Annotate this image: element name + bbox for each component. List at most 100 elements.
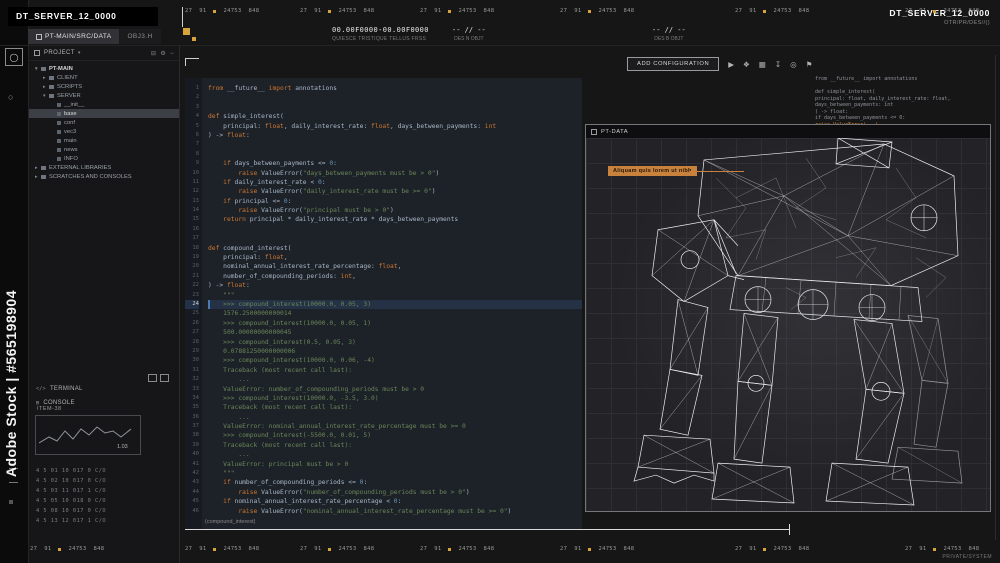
code-line[interactable]: ValueError: number_of_compounding_period… [208, 385, 582, 394]
tree-item-info[interactable]: INFO [29, 154, 179, 163]
viewer-viewport[interactable]: Aliquam quis lorem ut nibh [586, 138, 990, 511]
line-number[interactable]: 42 [185, 469, 199, 478]
line-number[interactable]: 34 [185, 394, 199, 403]
code-line[interactable]: principal: float, daily_interest_rate: f… [208, 122, 582, 131]
tree-item-scratches-and-consoles[interactable]: ▸ SCRATCHES AND CONSOLES [29, 172, 179, 181]
line-number[interactable]: 38 [185, 431, 199, 440]
viewer-titlebar[interactable]: PT-DATA [586, 125, 990, 139]
line-number[interactable]: 9 [185, 159, 199, 168]
grid-icon[interactable]: ▦ [759, 60, 766, 69]
code-line[interactable]: """ [208, 291, 582, 300]
line-number[interactable]: 27 [185, 328, 199, 337]
code-line[interactable]: ) -> float: [208, 131, 582, 140]
code-area[interactable]: from __future__ import annotations def s… [202, 78, 582, 529]
search-icon[interactable]: ◎ [790, 60, 797, 69]
code-line[interactable]: if number_of_compounding_periods <= 0: [208, 478, 582, 487]
code-line[interactable]: principal: float, [208, 253, 582, 262]
line-number[interactable]: 24 [185, 299, 199, 310]
code-line[interactable] [208, 225, 582, 234]
record-icon[interactable]: ○ [8, 92, 13, 102]
code-line[interactable]: 0.07881250000000006 [208, 347, 582, 356]
tree-item-client[interactable]: ▸ CLIENT [29, 73, 179, 82]
tree-item-scripts[interactable]: ▸ SCRIPTS [29, 82, 179, 91]
line-number[interactable]: 30 [185, 356, 199, 365]
split-panel-icon[interactable] [160, 374, 169, 382]
project-header[interactable]: PROJECT ▾ ⊟ ⚙ − [29, 46, 179, 61]
line-number[interactable]: 22 [185, 281, 199, 290]
collapse-all-icon[interactable]: ⊟ [151, 51, 156, 57]
code-line[interactable] [208, 140, 582, 149]
code-line[interactable]: >>> compound_interest(0.5, 0.05, 3) [208, 338, 582, 347]
tab-pt-main-src-data[interactable]: PT-MAIN/SRC/DATA [28, 29, 120, 44]
line-number[interactable]: 35 [185, 403, 199, 412]
code-line[interactable]: ValueError: principal must be > 0 [208, 460, 582, 469]
add-configuration-button[interactable]: ADD CONFIGURATION [627, 57, 720, 71]
play-icon[interactable]: ▶ [728, 60, 734, 69]
code-editor[interactable]: 1 2 3 4 5 6 7 8 9 10 11 12 13 14 15 16 17 18 19 20 21 22 23 24 2… [185, 78, 582, 529]
line-number[interactable]: 10 [185, 169, 199, 178]
code-line[interactable]: 1576.2500000000014 [208, 309, 582, 318]
line-number[interactable]: 41 [185, 460, 199, 469]
code-line[interactable]: Traceback (most recent call last): [208, 441, 582, 450]
line-number[interactable]: 25 [185, 309, 199, 318]
breadcrumb[interactable]: (compound_interest) [205, 519, 255, 525]
line-number[interactable]: 2 [185, 93, 199, 102]
code-line[interactable]: raise ValueError("number_of_compounding_… [208, 488, 582, 497]
line-number[interactable]: 15 [185, 215, 199, 224]
line-number[interactable]: 26 [185, 319, 199, 328]
code-line[interactable] [208, 103, 582, 112]
tree-item--init-[interactable]: __init__ [29, 100, 179, 109]
line-number[interactable]: 44 [185, 488, 199, 497]
code-line[interactable]: nominal_annual_interest_rate_percentage:… [208, 262, 582, 271]
code-line[interactable]: if nominal_annual_interest_rate_percenta… [208, 497, 582, 506]
line-number[interactable]: 3 [185, 103, 199, 112]
settings-icon[interactable]: ⚙ [160, 51, 166, 57]
line-number[interactable]: 46 [185, 507, 199, 516]
tree-item-conf[interactable]: conf [29, 118, 179, 127]
download-icon[interactable]: ↧ [775, 60, 781, 69]
line-number[interactable]: 39 [185, 441, 199, 450]
line-number[interactable]: 12 [185, 187, 199, 196]
line-number[interactable]: 19 [185, 253, 199, 262]
code-line[interactable]: >>> compound_interest(10000.0, -3.5, 3.0… [208, 394, 582, 403]
code-line[interactable]: Traceback (most recent call last): [208, 403, 582, 412]
tree-item-pt-main[interactable]: ▾ PT-MAIN [29, 64, 179, 73]
line-number[interactable]: 6 [185, 131, 199, 140]
line-number[interactable]: 32 [185, 375, 199, 384]
line-number[interactable]: 43 [185, 478, 199, 487]
line-number[interactable]: 31 [185, 366, 199, 375]
tree-item-news[interactable]: news [29, 145, 179, 154]
code-line[interactable]: >>> compound_interest(10000.0, 0.05, 3) [208, 299, 582, 310]
code-line[interactable]: number_of_compounding_periods: int, [208, 272, 582, 281]
line-number[interactable]: 20 [185, 262, 199, 271]
code-line[interactable]: def simple_interest( [208, 112, 582, 121]
code-line[interactable]: raise ValueError("nominal_annual_interes… [208, 507, 582, 516]
code-line[interactable]: raise ValueError("daily_interest_rate mu… [208, 187, 582, 196]
code-line[interactable]: >>> compound_interest(-5500.0, 0.01, 5) [208, 431, 582, 440]
code-line[interactable]: raise ValueError("principal must be > 0"… [208, 206, 582, 215]
code-line[interactable]: from __future__ import annotations [208, 84, 582, 93]
tree-item-base[interactable]: base [29, 109, 179, 118]
wireframe-3d-model[interactable] [586, 138, 990, 511]
split-panel-icon[interactable] [148, 374, 157, 382]
flag-icon[interactable]: ⚑ [806, 60, 813, 69]
chevron-down-icon[interactable]: ▾ [78, 50, 81, 56]
code-line[interactable]: """ [208, 469, 582, 478]
line-number[interactable]: 37 [185, 422, 199, 431]
line-number[interactable]: 40 [185, 450, 199, 459]
tree-item-server[interactable]: ▾ SERVER [29, 91, 179, 100]
line-number[interactable]: 17 [185, 234, 199, 243]
line-number[interactable]: 36 [185, 413, 199, 422]
line-number[interactable]: 18 [185, 244, 199, 253]
code-line[interactable]: ... [208, 375, 582, 384]
line-number[interactable]: 4 [185, 112, 199, 121]
code-line[interactable]: Traceback (most recent call last): [208, 366, 582, 375]
line-number[interactable]: 21 [185, 272, 199, 281]
code-line[interactable]: if days_between_payments <= 0: [208, 159, 582, 168]
code-line[interactable]: if daily_interest_rate < 0: [208, 178, 582, 187]
tree-item-external-libraries[interactable]: ▸ EXTERNAL LIBRARIES [29, 163, 179, 172]
sidebar-item-terminal[interactable]: </> TERMINAL [36, 386, 83, 392]
line-number[interactable]: 11 [185, 178, 199, 187]
line-number[interactable]: 1 [185, 84, 199, 93]
tree-item-main[interactable]: main [29, 136, 179, 145]
